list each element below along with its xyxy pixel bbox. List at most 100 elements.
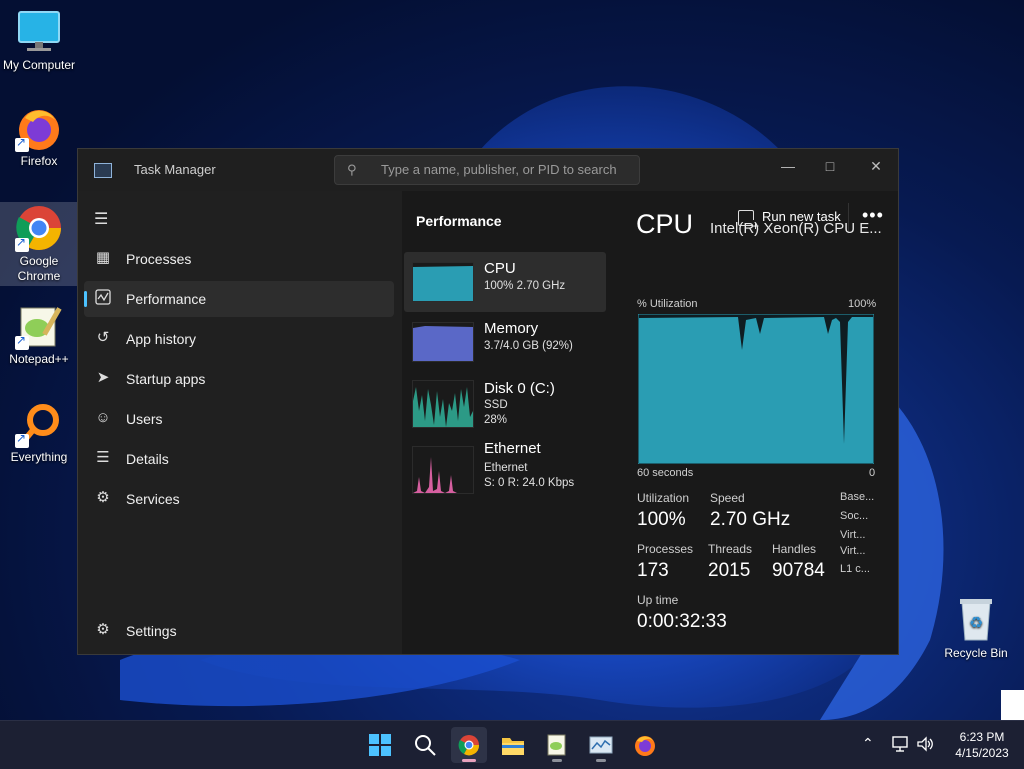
handles-value: 90784 [772, 560, 825, 581]
cpu-utilization-graph [638, 314, 874, 464]
white-overlay-box [1001, 690, 1024, 720]
device-name: CPU [484, 260, 516, 277]
device-stats: S: 0 R: 24.0 Kbps [484, 477, 575, 489]
desktop-icon-label: Everything [10, 450, 68, 464]
device-name: Ethernet [484, 440, 541, 457]
side-spec-label: Base... [840, 491, 875, 503]
settings-gear-icon: ⚙ [96, 621, 110, 638]
taskbar-search-button[interactable] [407, 727, 443, 763]
startup-icon: ➤ [96, 369, 110, 386]
start-button[interactable] [362, 727, 398, 763]
processes-icon: ▦ [95, 249, 111, 266]
recycle-bin-icon: ♻ [956, 596, 996, 642]
clock-time: 6:23 PM [959, 730, 1005, 744]
shortcut-arrow-icon [15, 135, 29, 152]
nav-label: Settings [126, 623, 177, 639]
utilization-label: Utilization [637, 491, 690, 505]
cpu-model: Intel(R) Xeon(R) CPU E... [710, 220, 882, 237]
title-bar[interactable]: Task Manager ⚲ — □ ✕ [78, 149, 898, 191]
performance-icon [94, 289, 112, 307]
uptime-label: Up time [637, 593, 679, 607]
desktop-icon-label: Recycle Bin [944, 646, 1008, 660]
nav-label: Services [126, 491, 180, 507]
nav-processes[interactable]: ▦ Processes [84, 241, 394, 277]
cpu-detail: CPU Intel(R) Xeon(R) CPU E... % Utilizat… [626, 191, 898, 654]
maximize-button[interactable]: □ [810, 153, 850, 179]
processes-label: Processes [637, 542, 694, 556]
cpu-thumbnail-graph [412, 262, 474, 302]
performance-panel: Performance Run new task ••• CPU 100% 2.… [402, 191, 898, 654]
taskbar-notepadpp[interactable] [539, 727, 575, 763]
uptime-value: 0:00:32:33 [637, 611, 727, 632]
device-stats: 100% 2.70 GHz [484, 280, 566, 292]
close-button[interactable]: ✕ [856, 153, 896, 179]
search-icon [415, 735, 436, 756]
detail-title: CPU [636, 209, 694, 239]
desktop-icon-everything[interactable]: Everything [0, 400, 78, 470]
search-box[interactable]: ⚲ [334, 155, 640, 185]
device-cpu[interactable]: CPU 100% 2.70 GHz [404, 252, 606, 312]
device-name: Disk 0 (C:) [484, 380, 555, 397]
graph-time-label: 60 seconds [637, 467, 694, 479]
taskbar: ⌃ 6:23 PM 4/15/2023 [0, 720, 1024, 769]
network-icon[interactable] [892, 736, 910, 755]
memory-thumbnail-graph [412, 322, 474, 362]
desktop-icon-my-computer[interactable]: My Computer [0, 8, 78, 78]
nav-label: App history [126, 331, 197, 347]
taskbar-file-explorer[interactable] [495, 727, 531, 763]
history-icon: ↺ [96, 329, 110, 346]
system-clock[interactable]: 6:23 PM 4/15/2023 [942, 729, 1022, 761]
taskbar-chrome[interactable] [451, 727, 487, 763]
side-spec-label: Soc... [840, 510, 869, 522]
graph-min-label: 0 [869, 467, 876, 479]
show-hidden-icons-chevron-icon[interactable]: ⌃ [862, 735, 874, 752]
nav-startup-apps[interactable]: ➤ Startup apps [84, 361, 394, 397]
task-manager-window: Task Manager ⚲ — □ ✕ ☰ ▦ Processes Perfo… [77, 148, 899, 655]
desktop-icon-recycle-bin[interactable]: ♻ Recycle Bin [940, 596, 1012, 660]
sidebar: ☰ ▦ Processes Performance ↺ App history … [78, 191, 402, 654]
chrome-icon [458, 735, 480, 756]
nav-label: Processes [126, 251, 192, 267]
threads-value: 2015 [708, 560, 751, 581]
device-ethernet[interactable]: Ethernet Ethernet S: 0 R: 24.0 Kbps [404, 432, 606, 494]
running-indicator [552, 759, 562, 762]
minimize-button[interactable]: — [768, 153, 808, 179]
desktop-icon-label: Google Chrome [17, 254, 61, 283]
desktop-icon-firefox[interactable]: Firefox [0, 104, 78, 174]
users-icon: ☺ [95, 409, 111, 426]
desktop-icon-notepadpp[interactable]: Notepad++ [0, 302, 78, 372]
device-memory[interactable]: Memory 3.7/4.0 GB (92%) [404, 312, 606, 372]
utilization-value: 100% [637, 509, 686, 530]
search-icon: ⚲ [347, 162, 357, 177]
nav-app-history[interactable]: ↺ App history [84, 321, 394, 357]
processes-value: 173 [637, 560, 669, 581]
running-indicator [596, 759, 606, 762]
taskbar-firefox[interactable] [627, 727, 663, 763]
nav-performance[interactable]: Performance [84, 281, 394, 317]
graph-y-label: % Utilization [637, 298, 698, 310]
desktop-icon-chrome[interactable]: Google Chrome [0, 202, 78, 286]
graph-max-label: 100% [848, 298, 877, 310]
nav-details[interactable]: ☰ Details [84, 441, 394, 477]
window-title: Task Manager [134, 162, 216, 177]
desktop-icon-label: Notepad++ [9, 352, 69, 366]
notepadpp-icon [15, 302, 63, 350]
task-manager-icon [589, 736, 613, 754]
desktop-icon-label: My Computer [2, 58, 76, 72]
nav-label: Startup apps [126, 371, 206, 387]
nav-users[interactable]: ☺ Users [84, 401, 394, 437]
svg-text:♻: ♻ [969, 613, 983, 632]
taskbar-task-manager[interactable] [583, 727, 619, 763]
notepadpp-icon [547, 734, 566, 756]
shortcut-arrow-icon [15, 431, 29, 448]
device-disk[interactable]: Disk 0 (C:) SSD 28% [404, 372, 606, 432]
hamburger-menu-icon[interactable]: ☰ [94, 209, 108, 229]
disk-thumbnail-graph [412, 380, 474, 428]
threads-label: Threads [708, 542, 753, 556]
firefox-icon [635, 736, 655, 756]
search-input[interactable] [379, 161, 633, 178]
nav-settings[interactable]: ⚙ Settings [84, 613, 394, 649]
volume-icon[interactable] [916, 736, 934, 755]
nav-services[interactable]: ⚙ Services [84, 481, 394, 517]
nav-label: Details [126, 451, 169, 467]
